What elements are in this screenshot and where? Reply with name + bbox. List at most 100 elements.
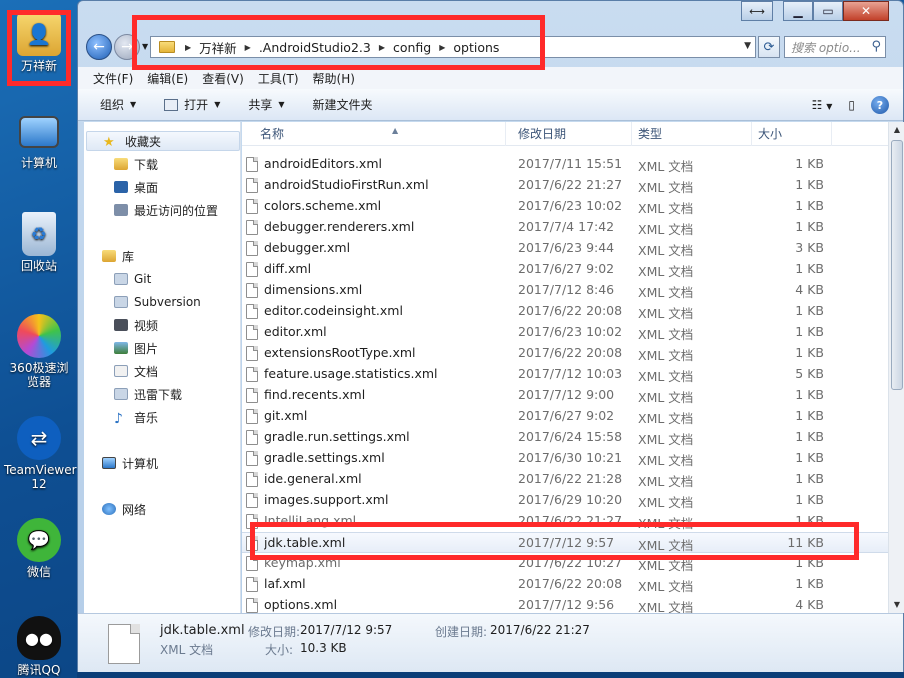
- file-row[interactable]: editor.codeinsight.xml 2017/6/22 20:08 XML…: [242, 301, 888, 322]
- scroll-up-icon[interactable]: ▲: [889, 122, 904, 138]
- file-row[interactable]: androidStudioFirstRun.xml 2017/6/22 21:27…: [242, 175, 888, 196]
- file-row[interactable]: git.xml 2017/6/27 9:02 XML 文档 1 KB: [242, 406, 888, 427]
- vertical-scrollbar[interactable]: ▲ ▼: [888, 122, 904, 613]
- file-row[interactable]: jdk.table.xml 2017/7/12 9:57 XML 文档 11 KB: [242, 532, 888, 553]
- file-row[interactable]: keymap.xml 2017/6/22 10:27 XML 文档 1 KB: [242, 553, 888, 574]
- file-row[interactable]: androidEditors.xml 2017/7/11 15:51 XML 文档 1…: [242, 154, 888, 175]
- menu-view[interactable]: 查看(V): [202, 70, 244, 87]
- minimize-button[interactable]: ▁: [783, 1, 813, 21]
- forward-button[interactable]: →: [114, 34, 140, 60]
- new-folder-button[interactable]: 新建文件夹: [313, 96, 373, 113]
- view-controls: ☷ ▼ ▯ ?: [812, 96, 889, 114]
- file-row[interactable]: find.recents.xml 2017/7/12 9:00 XML 文档 1 KB: [242, 385, 888, 406]
- desktop-icon-user-folder[interactable]: 👤 万祥新: [2, 12, 76, 73]
- nav-lib-video[interactable]: 视频: [114, 315, 158, 335]
- desktop-icon-label: 360极速浏览器: [9, 361, 69, 389]
- maximize-button[interactable]: ▭: [813, 1, 843, 21]
- desktop-icon-wechat[interactable]: 💬 微信: [2, 518, 76, 579]
- xml-file-icon: [246, 536, 258, 551]
- refresh-button[interactable]: ⟳: [758, 36, 780, 58]
- snap-button[interactable]: ⟷: [741, 1, 773, 21]
- desktop-icon-computer[interactable]: 计算机: [2, 116, 76, 170]
- help-button[interactable]: ?: [871, 96, 889, 114]
- preview-pane-button[interactable]: ▯: [848, 98, 855, 112]
- breadcrumb-separator-icon[interactable]: ▶: [181, 43, 195, 52]
- desktop-icon-360-browser[interactable]: 360极速浏览器: [2, 314, 76, 389]
- nav-fav-desktop[interactable]: 桌面: [114, 177, 158, 197]
- menu-help[interactable]: 帮助(H): [313, 70, 355, 87]
- change-view-button[interactable]: ☷ ▼: [812, 98, 833, 112]
- address-bar[interactable]: ▶ 万祥新 ▶ .AndroidStudio2.3 ▶ config ▶ opt…: [150, 36, 756, 58]
- file-row[interactable]: feature.usage.statistics.xml 2017/7/12 10…: [242, 364, 888, 385]
- column-type[interactable]: 类型: [632, 122, 752, 146]
- file-row[interactable]: diff.xml 2017/6/27 9:02 XML 文档 1 KB: [242, 259, 888, 280]
- nav-lib-pictures[interactable]: 图片: [114, 338, 158, 358]
- file-row[interactable]: extensionsRootType.xml 2017/6/22 20:08 XML…: [242, 343, 888, 364]
- scroll-thumb[interactable]: [891, 140, 903, 390]
- navigation-row: ← → ▼ ▶ 万祥新 ▶ .AndroidStudio2.3 ▶ config…: [84, 33, 896, 61]
- breadcrumb-separator-icon[interactable]: ▶: [241, 43, 255, 52]
- desktop-icon-recycle-bin[interactable]: ♻ 回收站: [2, 212, 76, 273]
- nav-favorites[interactable]: ★ 收藏夹: [86, 131, 240, 151]
- file-row[interactable]: debugger.renderers.xml 2017/7/4 17:42 XML …: [242, 217, 888, 238]
- menu-edit[interactable]: 编辑(E): [147, 70, 188, 87]
- search-input[interactable]: 搜索 optio... ⚲: [784, 36, 886, 58]
- nav-lib-documents[interactable]: 文档: [114, 361, 158, 381]
- open-button[interactable]: 打开 ▼: [164, 96, 220, 113]
- new-folder-label: 新建文件夹: [312, 98, 373, 112]
- file-row[interactable]: options.xml 2017/7/12 9:56 XML 文档 4 KB: [242, 595, 888, 613]
- details-created-label: 创建日期:: [435, 625, 488, 639]
- file-row[interactable]: gradle.settings.xml 2017/6/30 10:21 XML 文档…: [242, 448, 888, 469]
- scroll-down-icon[interactable]: ▼: [889, 597, 904, 613]
- breadcrumb-separator-icon[interactable]: ▶: [375, 43, 389, 52]
- file-row[interactable]: colors.scheme.xml 2017/6/23 10:02 XML 文档 1 …: [242, 196, 888, 217]
- file-row[interactable]: debugger.xml 2017/6/23 9:44 XML 文档 3 KB: [242, 238, 888, 259]
- file-date: 2017/6/23 10:02: [518, 198, 623, 213]
- file-row[interactable]: gradle.run.settings.xml 2017/6/24 15:58 XM…: [242, 427, 888, 448]
- breadcrumb-separator-icon[interactable]: ▶: [435, 43, 449, 52]
- nav-fav-recent[interactable]: 最近访问的位置: [114, 200, 218, 220]
- desktop-icon-qq[interactable]: ●● 腾讯QQ: [2, 616, 76, 677]
- nav-lib-music[interactable]: ♪ 音乐: [114, 407, 158, 428]
- file-size: 3 KB: [795, 240, 824, 255]
- breadcrumb-options[interactable]: options: [449, 40, 503, 55]
- file-row[interactable]: images.support.xml 2017/6/29 10:20 XML 文档 1…: [242, 490, 888, 511]
- nav-lib-git[interactable]: Git: [114, 269, 151, 289]
- nav-libraries[interactable]: 库: [102, 246, 134, 266]
- menu-file[interactable]: 文件(F): [93, 70, 133, 87]
- file-date: 2017/6/22 20:08: [518, 345, 623, 360]
- desktop-icon-label: 计算机: [20, 156, 57, 170]
- menu-tools[interactable]: 工具(T): [258, 70, 299, 87]
- close-button[interactable]: ✕: [843, 1, 889, 21]
- address-dropdown-icon[interactable]: ▼: [744, 41, 751, 51]
- nav-label: Git: [134, 272, 152, 286]
- breadcrumb-user[interactable]: 万祥新: [195, 38, 241, 57]
- nav-computer[interactable]: 计算机: [102, 453, 158, 473]
- file-row[interactable]: laf.xml 2017/6/22 20:08 XML 文档 1 KB: [242, 574, 888, 595]
- recent-pages-dropdown[interactable]: ▼: [142, 42, 148, 51]
- nav-lib-subversion[interactable]: Subversion: [114, 292, 201, 312]
- library-folder-icon: [114, 388, 128, 400]
- navigation-pane: ★ 收藏夹 下载 桌面 最近访问的位置 库 Git Subversion 视频 …: [84, 122, 241, 613]
- nav-lib-thunder[interactable]: 迅雷下载: [114, 384, 182, 404]
- desktop-icon-teamviewer[interactable]: ⇄ TeamViewer 12: [2, 416, 77, 491]
- file-row[interactable]: dimensions.xml 2017/7/12 8:46 XML 文档 4 KB: [242, 280, 888, 301]
- file-size: 1 KB: [795, 513, 824, 528]
- file-name: androidEditors.xml: [264, 156, 382, 171]
- back-button[interactable]: ←: [86, 34, 112, 60]
- nav-fav-downloads[interactable]: 下载: [114, 154, 158, 174]
- organize-button[interactable]: 组织 ▼: [100, 96, 136, 113]
- file-row[interactable]: ide.general.xml 2017/6/22 21:28 XML 文档 1 KB: [242, 469, 888, 490]
- column-size[interactable]: 大小: [752, 122, 832, 146]
- breadcrumb-androidstudio[interactable]: .AndroidStudio2.3: [255, 40, 375, 55]
- breadcrumb-config[interactable]: config: [389, 40, 435, 55]
- file-type: XML 文档: [638, 201, 694, 216]
- column-name[interactable]: 名称 ▲: [254, 122, 506, 146]
- nav-network[interactable]: 网络: [102, 499, 146, 519]
- column-date[interactable]: 修改日期: [512, 122, 632, 146]
- share-button[interactable]: 共享 ▼: [248, 96, 284, 113]
- file-row[interactable]: editor.xml 2017/6/23 10:02 XML 文档 1 KB: [242, 322, 888, 343]
- file-type: XML 文档: [638, 159, 694, 174]
- details-filetype: XML 文档: [160, 643, 214, 657]
- file-row[interactable]: IntelliLang.xml 2017/6/22 21:27 XML 文档 1 KB: [242, 511, 888, 532]
